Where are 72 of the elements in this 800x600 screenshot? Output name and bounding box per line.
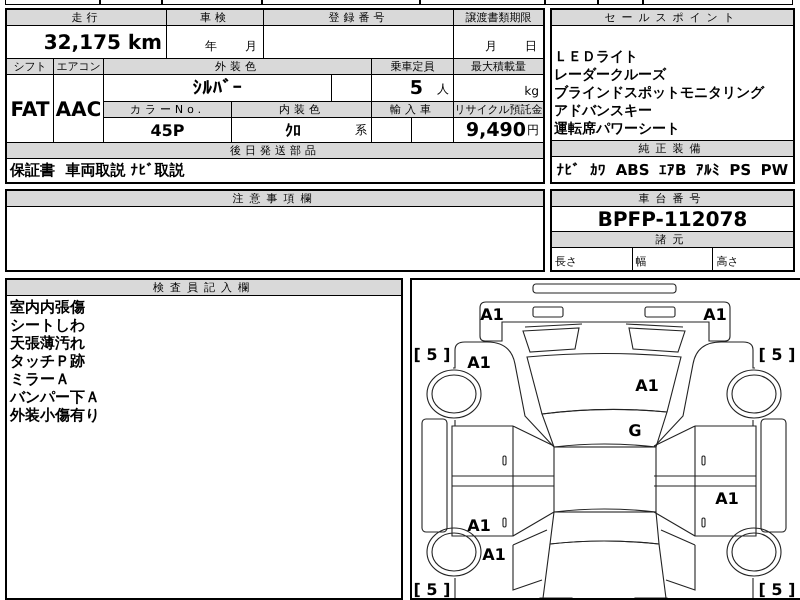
column-header: エアコン <box>54 59 103 74</box>
damage-code: A1 <box>480 305 504 324</box>
chassis-number: BPFP-112078 <box>552 207 793 231</box>
spec-label: 幅 <box>632 248 712 270</box>
column-header: 後日発送部品 <box>7 143 543 158</box>
section-header: 車台番号 <box>552 191 793 206</box>
column-header: 走行 <box>7 10 166 25</box>
section-header: 純正装備 <box>552 141 793 156</box>
unit-label: 年 <box>205 38 217 55</box>
column-header: 譲渡書類期限 <box>454 10 543 25</box>
tread-depth: [ 5 ] <box>758 580 796 598</box>
equipment-item: ﾅﾋﾞ <box>556 160 581 178</box>
unit-label: 日 <box>525 38 537 55</box>
inspector-note: 室内内張傷 <box>10 298 86 316</box>
table-cell: 45P <box>104 118 231 142</box>
damage-code: A1 <box>703 305 727 324</box>
tread-depth: [ 5 ] <box>758 345 796 364</box>
tread-depth: [ 5 ] <box>414 580 450 598</box>
unit-label: 月 <box>485 38 497 55</box>
inspector-note: タッチＰ跡 <box>10 352 86 370</box>
section-header: 諸元 <box>552 232 793 247</box>
sales-point: ＬＥＤライト <box>554 48 639 66</box>
inspector-note: 天張薄汚れ <box>10 334 86 352</box>
spec-label: 高さ <box>713 248 794 270</box>
damage-code: A1 <box>715 489 739 508</box>
spec-label: 長さ <box>552 248 632 270</box>
equipment-item: PW <box>760 160 788 178</box>
inspector-note: ミラーＡ <box>10 370 71 388</box>
column-header: リサイクル預託金 <box>454 102 543 117</box>
table-cell: 9,490 <box>466 119 526 141</box>
inspector-note: 外装小傷有り <box>10 406 101 424</box>
tread-depth: [ 5 ] <box>414 345 450 364</box>
damage-code: A1 <box>635 376 659 395</box>
column-header: カラーNo. <box>104 102 231 117</box>
unit-label: 系 <box>355 122 367 139</box>
equipment-item: ｴｱB <box>659 160 686 178</box>
column-header: 内装色 <box>232 102 371 117</box>
equipment-item: PS <box>729 160 752 178</box>
damage-code: G <box>628 421 642 440</box>
column-header: 外装色 <box>104 59 371 74</box>
sales-point: アドバンスキー <box>554 102 653 120</box>
damage-code: A1 <box>467 353 491 372</box>
column-header: 最大積載量 <box>454 59 543 74</box>
unit-label: kg <box>524 84 539 98</box>
table-cell: 保証書 車両取説 ﾅﾋﾞ取説 <box>7 159 543 182</box>
sales-point: ブラインドスポットモニタリング <box>554 84 766 102</box>
inspector-note: シートしわ <box>10 316 86 334</box>
unit-label: 月 <box>245 38 257 55</box>
column-header: 乗車定員 <box>372 59 453 74</box>
table-cell: ｸﾛ <box>285 120 301 140</box>
equipment-item: ｱﾙﾐ <box>696 160 720 178</box>
inspector-note: バンパー下Ａ <box>10 388 101 406</box>
section-header: セールスポイント <box>552 10 793 25</box>
column-header: 輸入車 <box>372 102 453 117</box>
sales-point: 運転席パワーシート <box>554 120 681 138</box>
damage-code: A1 <box>467 516 491 535</box>
damage-code: A1 <box>482 545 506 564</box>
table-cell: FAT <box>7 75 53 142</box>
column-header: シフト <box>7 59 53 74</box>
section-header: 検査員記入欄 <box>7 280 401 295</box>
sales-point: レーダークルーズ <box>554 66 668 84</box>
table-cell: ｼﾙﾊﾞｰ <box>104 75 331 101</box>
section-header: 注意事項欄 <box>7 191 543 206</box>
table-cell: 5 <box>410 77 423 99</box>
equipment-item: ABS <box>616 160 650 178</box>
mileage-value: 32,175 km <box>7 26 166 58</box>
unit-label: 円 <box>527 122 539 139</box>
column-header: 登録番号 <box>264 10 453 25</box>
column-header: 車検 <box>167 10 263 25</box>
equipment-item: ｶﾜ <box>590 160 606 178</box>
unit-label: 人 <box>437 81 449 98</box>
table-cell: AAC <box>54 75 103 142</box>
